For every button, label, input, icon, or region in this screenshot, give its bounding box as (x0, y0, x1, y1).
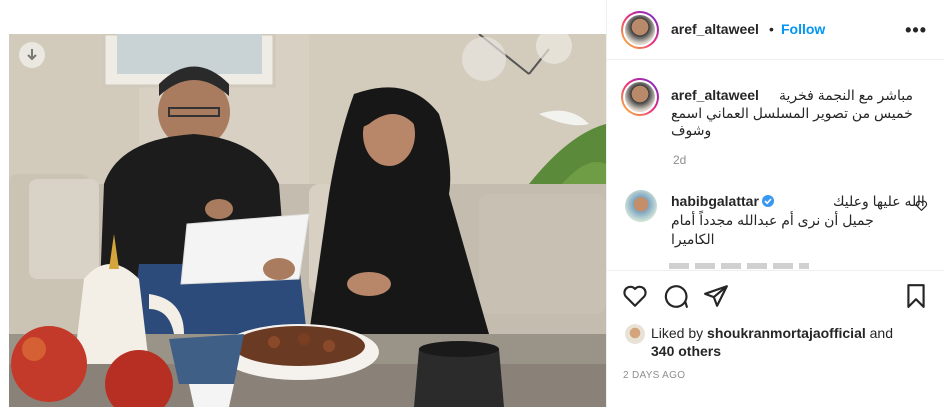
likes-prefix: Liked by (651, 325, 704, 341)
comment-like-icon[interactable] (915, 199, 928, 212)
caption-time[interactable]: 2d (673, 153, 686, 167)
post-header: aref_altaweel • Follow ••• (607, 0, 944, 60)
more-options-icon[interactable]: ••• (905, 20, 927, 41)
caption-username[interactable]: aref_altaweel (671, 87, 759, 103)
photo-illustration (9, 34, 606, 407)
instagram-post: aref_altaweel • Follow ••• aref_altaweel… (0, 0, 944, 407)
download-icon (27, 49, 37, 61)
post-date[interactable]: 2 DAYS AGO (623, 370, 685, 381)
header-separator: • (769, 21, 774, 37)
post-photo[interactable] (9, 34, 606, 407)
bookmark-icon[interactable] (903, 283, 929, 309)
liker-username[interactable]: shoukranmortajaofficial (707, 325, 866, 341)
share-icon[interactable] (703, 283, 729, 309)
comment-line-2: جميل أن نرى أم عبدالله مجدداً أمام (671, 212, 874, 228)
caption-line-2: خميس من تصوير المسلسل العماني اسمع (671, 105, 913, 121)
commenter-username[interactable]: habibgalattar (671, 193, 759, 209)
follow-button[interactable]: Follow (781, 21, 825, 37)
comment-author: habibgalattar (671, 193, 774, 211)
media-area (0, 0, 606, 407)
heart-icon[interactable] (622, 283, 648, 309)
verified-icon (761, 195, 774, 207)
caption-line-3: وشوف (671, 122, 712, 138)
caption-avatar[interactable] (621, 78, 659, 116)
caption-line-1: مباشر مع النجمة فخرية (779, 87, 913, 103)
author-username[interactable]: aref_altaweel (671, 21, 759, 37)
likes-summary: Liked by shoukranmortajaofficial and 340… (651, 324, 893, 360)
action-bar (607, 270, 944, 322)
liker-avatar[interactable] (625, 324, 645, 344)
comment-icon[interactable] (663, 283, 689, 309)
commenter-avatar[interactable] (625, 190, 657, 222)
likes-and: and (869, 325, 893, 341)
post-sidebar: aref_altaweel • Follow ••• aref_altaweel… (606, 0, 944, 407)
likes-others[interactable]: 340 others (651, 343, 721, 359)
download-button[interactable] (19, 42, 45, 68)
author-avatar[interactable] (621, 11, 659, 49)
next-comment-peek (669, 261, 819, 269)
comment-line-1: الله عليها وعليك (833, 193, 925, 209)
comment-line-3: الكاميرا (671, 231, 715, 247)
